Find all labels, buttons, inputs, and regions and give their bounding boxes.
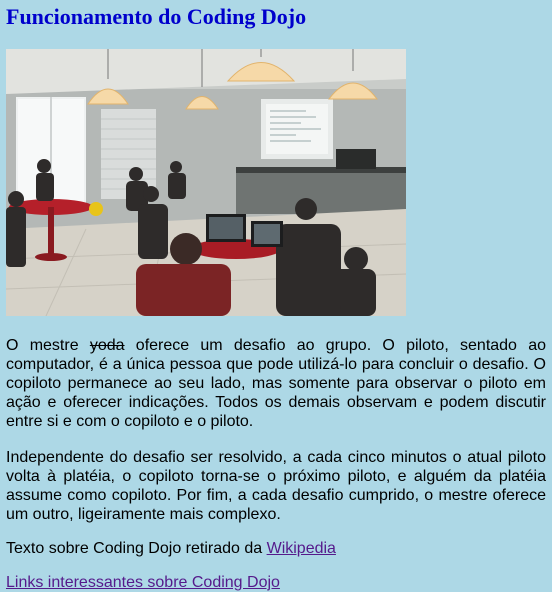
page-content: Funcionamento do Coding Dojo O mestre yo… (0, 3, 552, 592)
links-paragraph: Links interessantes sobre Coding Dojo (6, 573, 546, 592)
paragraph-workflow: O mestre yoda oferece um desafio ao grup… (6, 336, 546, 431)
coding-dojo-photo (6, 49, 406, 316)
source-text: Texto sobre Coding Dojo retirado da (6, 540, 267, 557)
interesting-links-link[interactable]: Links interessantes sobre Coding Dojo (6, 574, 280, 591)
struck-word: yoda (89, 337, 125, 354)
source-note: Texto sobre Coding Dojo retirado da Wiki… (6, 539, 546, 558)
page-title: Funcionamento do Coding Dojo (6, 4, 307, 29)
wikipedia-link[interactable]: Wikipedia (267, 540, 336, 557)
paragraph-rotation: Independente do desafio ser resolvido, a… (6, 449, 546, 523)
paragraph-workflow-before: O mestre (6, 337, 90, 354)
